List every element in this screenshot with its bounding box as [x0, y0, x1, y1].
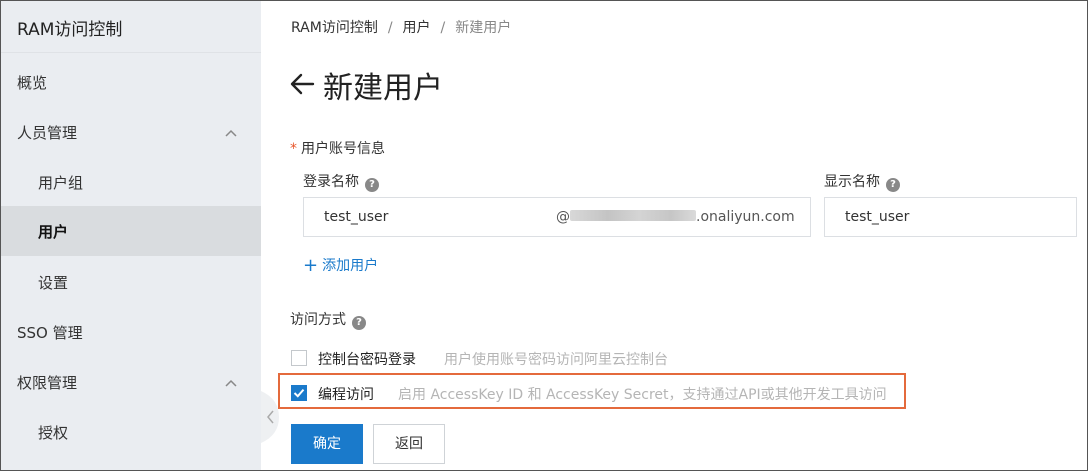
sidebar-title-text: RAM访问控制	[17, 20, 123, 40]
chevron-up-icon[interactable]	[225, 127, 237, 139]
display-name-label: 显示名称?	[824, 171, 900, 192]
access-option-label: 编程访问	[318, 387, 374, 403]
help-icon[interactable]: ?	[352, 316, 366, 330]
breadcrumb-separator: /	[387, 20, 393, 36]
help-icon[interactable]: ?	[886, 178, 900, 192]
redacted-domain	[570, 210, 696, 221]
login-name-label: 登录名称?	[303, 171, 379, 192]
login-name-value: test_user	[324, 209, 389, 225]
required-marker: *	[290, 141, 297, 157]
domain-prefix: @	[556, 209, 570, 225]
add-user-link[interactable]: + 添加用户	[303, 255, 378, 276]
console-login-checkbox[interactable]	[291, 350, 307, 366]
display-name-label-text: 显示名称	[824, 174, 880, 190]
sidebar-item-overview[interactable]: 概览	[1, 57, 261, 107]
account-section-label: * 用户账号信息	[290, 138, 385, 158]
domain-suffix-text: .onaliyun.com	[696, 209, 795, 225]
sidebar-item-label: 概览	[17, 74, 48, 92]
breadcrumb-item[interactable]: RAM访问控制	[291, 20, 378, 36]
access-option-description: 启用 AccessKey ID 和 AccessKey Secret，支持通过A…	[398, 387, 887, 403]
access-section-label-text: 访问方式	[290, 312, 346, 328]
add-user-label: 添加用户	[322, 258, 379, 274]
sidebar-item-label: 人员管理	[17, 124, 78, 142]
confirm-button[interactable]: 确定	[291, 424, 363, 464]
window: RAM访问控制 概览 人员管理 用户组 用户 设置 SSO 管理 权限管理 授权	[0, 0, 1088, 471]
back-arrow-icon[interactable]	[289, 71, 315, 97]
breadcrumb: RAM访问控制 / 用户 / 新建用户	[291, 17, 511, 37]
account-section-label-text: 用户账号信息	[301, 141, 385, 157]
breadcrumb-item[interactable]: 用户	[403, 20, 431, 36]
display-name-input[interactable]: test_user	[824, 197, 1077, 237]
help-icon[interactable]: ?	[365, 178, 379, 192]
login-name-input[interactable]: test_user @ .onaliyun.com	[303, 197, 811, 237]
access-option-description: 用户使用账号密码访问阿里云控制台	[444, 352, 668, 368]
display-name-value: test_user	[845, 209, 910, 225]
sidebar-item-label: 用户	[38, 223, 69, 241]
sidebar-item-label: 用户组	[38, 174, 84, 192]
sidebar-item-permission-management[interactable]: 权限管理	[1, 357, 261, 407]
sidebar-title: RAM访问控制	[1, 1, 261, 53]
chevron-up-icon[interactable]	[225, 377, 237, 389]
sidebar-item-label: 设置	[38, 274, 69, 292]
sidebar-item-settings[interactable]: 设置	[1, 257, 261, 307]
sidebar-item-label: SSO 管理	[17, 324, 83, 342]
sidebar-item-label: 授权	[38, 424, 69, 442]
sidebar-item-people-management[interactable]: 人员管理	[1, 107, 261, 157]
access-option-label: 控制台密码登录	[318, 352, 416, 368]
sidebar-item-sso[interactable]: SSO 管理	[1, 307, 261, 357]
sidebar-item-users[interactable]: 用户	[1, 206, 261, 256]
domain-suffix: @ .onaliyun.com	[556, 209, 795, 225]
check-icon	[293, 388, 305, 398]
programmatic-access-checkbox[interactable]	[291, 385, 307, 401]
access-section-label: 访问方式?	[290, 309, 366, 330]
sidebar-item-user-groups[interactable]: 用户组	[1, 157, 261, 207]
breadcrumb-separator: /	[440, 20, 446, 36]
login-name-label-text: 登录名称	[303, 174, 359, 190]
sidebar-item-label: 权限管理	[17, 374, 78, 392]
sidebar: RAM访问控制 概览 人员管理 用户组 用户 设置 SSO 管理 权限管理 授权	[1, 1, 261, 470]
sidebar-item-grants[interactable]: 授权	[1, 407, 261, 457]
page-title-text: 新建用户	[323, 71, 443, 106]
back-button[interactable]: 返回	[373, 424, 445, 464]
breadcrumb-current: 新建用户	[455, 20, 512, 36]
main-content: RAM访问控制 / 用户 / 新建用户 新建用户 * 用户账号信息 登录名称? 显示名称?…	[262, 1, 1087, 470]
plus-icon: +	[303, 255, 319, 276]
